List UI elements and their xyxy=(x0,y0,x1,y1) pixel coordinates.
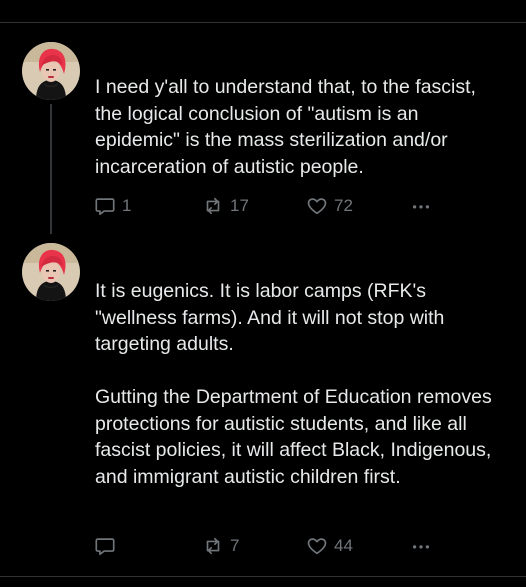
reply-button[interactable]: 1 xyxy=(94,195,131,217)
repost-count: 7 xyxy=(230,536,240,555)
repost-count: 17 xyxy=(230,196,249,215)
reply-button[interactable] xyxy=(94,535,122,557)
post-paragraph: Gutting the Department of Education remo… xyxy=(95,386,492,488)
heart-icon xyxy=(307,538,327,555)
reply-icon xyxy=(95,198,115,216)
bottom-divider xyxy=(0,576,526,577)
repost-icon xyxy=(206,537,220,555)
avatar-image xyxy=(22,42,80,100)
more-options-button[interactable] xyxy=(410,195,432,222)
post-paragraph: It is eugenics. It is labor camps (RFK's… xyxy=(95,280,445,355)
like-count: 72 xyxy=(334,196,353,215)
more-options-button[interactable] xyxy=(410,535,432,562)
post-actions: 7 44 xyxy=(94,535,434,559)
repost-button[interactable]: 17 xyxy=(202,195,249,217)
reply-icon xyxy=(95,538,115,556)
avatar-image xyxy=(22,243,80,301)
like-count: 44 xyxy=(334,536,353,555)
post-paragraph: I need y'all to understand that, to the … xyxy=(95,76,476,178)
top-divider xyxy=(0,22,526,23)
like-button[interactable]: 72 xyxy=(306,195,353,217)
post-text: I need y'all to understand that, to the … xyxy=(95,74,507,180)
post-actions: 1 17 72 xyxy=(94,195,434,219)
reply-count: 1 xyxy=(122,196,132,215)
repost-button[interactable]: 7 xyxy=(202,535,239,557)
avatar[interactable] xyxy=(22,42,80,100)
like-button[interactable]: 44 xyxy=(306,535,353,557)
post-text: It is eugenics. It is labor camps (RFK's… xyxy=(95,278,507,490)
more-icon xyxy=(412,545,430,549)
repost-icon xyxy=(206,197,220,215)
more-icon xyxy=(412,205,430,209)
heart-icon xyxy=(307,198,327,215)
thread-connector-line xyxy=(50,104,52,234)
avatar[interactable] xyxy=(22,243,80,301)
